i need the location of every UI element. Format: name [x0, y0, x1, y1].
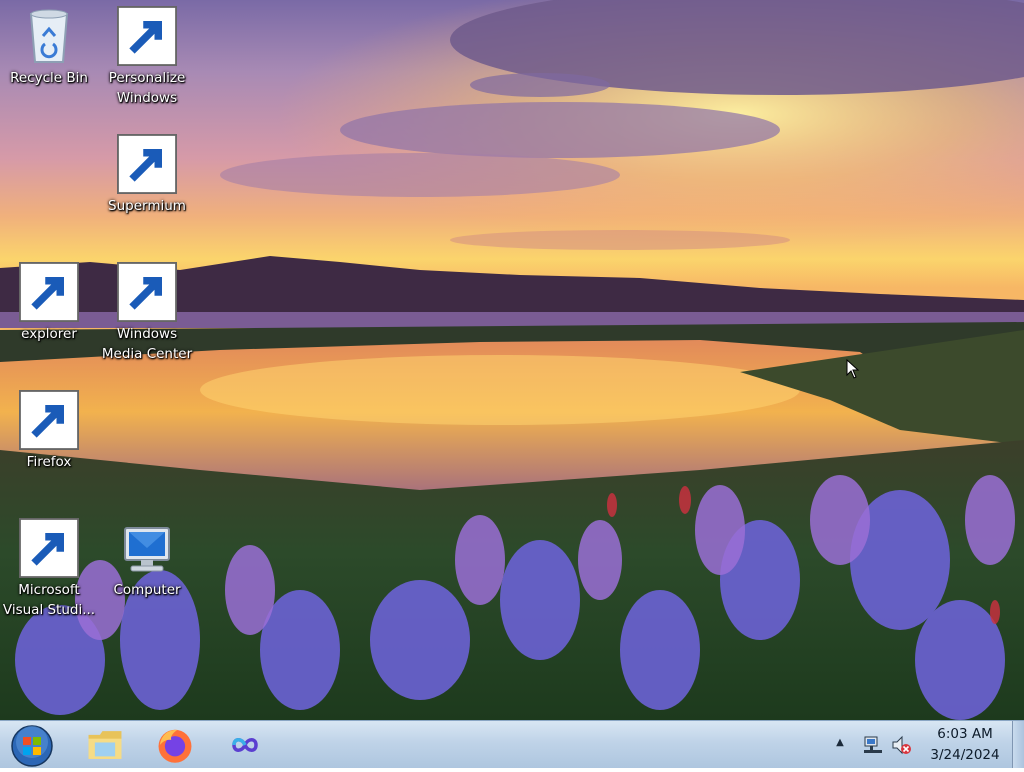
taskbar-pinned-explorer[interactable] — [76, 724, 134, 766]
desktop-icon-label: Windows Media Center — [101, 326, 193, 362]
desktop-icon-windows-media-center[interactable]: Windows Media Center — [99, 262, 195, 364]
mouse-cursor-icon — [846, 359, 860, 379]
desktop-icon-firefox[interactable]: Firefox — [1, 390, 97, 472]
shortcut-arrow-icon — [117, 6, 177, 66]
firefox-icon — [158, 729, 192, 763]
show-desktop-button[interactable] — [1012, 721, 1024, 768]
shortcut-arrow-icon — [19, 390, 79, 450]
start-button[interactable] — [8, 724, 56, 768]
taskbar-pinned-firefox[interactable] — [146, 724, 204, 766]
system-clock[interactable]: 6:03 AM 3/24/2024 — [922, 724, 1008, 766]
tray-overflow-button[interactable]: ▲ — [832, 735, 848, 751]
windows-start-orb-icon — [11, 725, 53, 767]
shortcut-arrow-icon — [117, 134, 177, 194]
recycle-bin-icon — [29, 9, 69, 63]
desktop-icon-computer[interactable]: Computer — [99, 518, 195, 600]
network-tray-button[interactable] — [862, 734, 884, 756]
shortcut-arrow-icon — [19, 262, 79, 322]
desktop-icon-label: Firefox — [26, 454, 72, 470]
taskbar-pinned-visual-studio[interactable] — [216, 724, 274, 766]
desktop-icon-label: Supermium — [108, 198, 186, 214]
shortcut-arrow-icon — [19, 518, 79, 578]
folder-icon — [88, 731, 122, 759]
computer-icon — [124, 527, 170, 572]
taskbar: ▲ 6:03 AM 3/24/2024 — [0, 720, 1024, 768]
desktop-icon-visual-studio[interactable]: Microsoft Visual Studi... — [1, 518, 97, 620]
desktop-icon-personalize-windows[interactable]: Personalize Windows — [99, 6, 195, 108]
volume-tray-button[interactable] — [890, 734, 912, 756]
clock-date: 3/24/2024 — [930, 747, 1000, 763]
visual-studio-icon — [232, 738, 258, 752]
desktop-icon-label: Personalize Windows — [108, 70, 186, 106]
desktop-icon-label: Computer — [113, 582, 181, 598]
network-icon — [864, 736, 882, 753]
desktop-icon-label: explorer — [21, 326, 77, 342]
desktop-icon-recycle-bin[interactable]: Recycle Bin — [1, 6, 97, 88]
volume-muted-icon — [892, 735, 911, 755]
shortcut-arrow-icon — [117, 262, 177, 322]
desktop-icon-supermium[interactable]: Supermium — [99, 134, 195, 216]
desktop-icon-explorer[interactable]: explorer — [1, 262, 97, 344]
desktop-icon-label: Recycle Bin — [10, 70, 88, 86]
desktop-icon-label: Microsoft Visual Studi... — [2, 582, 96, 618]
clock-time: 6:03 AM — [937, 726, 993, 742]
